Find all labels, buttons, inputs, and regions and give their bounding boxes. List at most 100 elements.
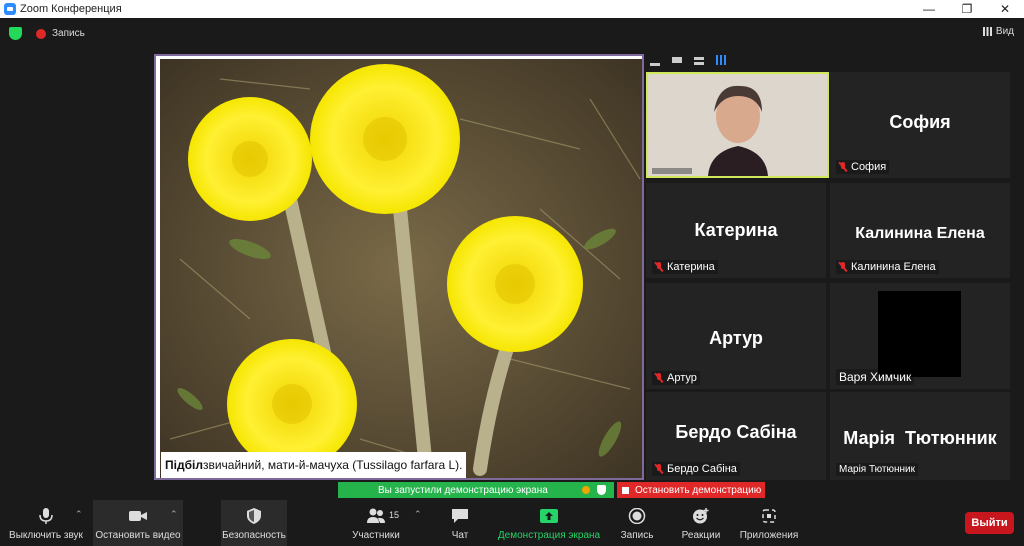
record-label: Запись [620,530,654,541]
participant-black-video [878,291,961,377]
participant-label: Калинина Елена [836,260,939,274]
mic-muted-icon [839,262,847,272]
participant-tile-varya[interactable]: Варя Химчик [830,283,1010,389]
chat-button[interactable]: Чат [440,500,480,546]
participant-video [648,74,827,176]
coltsfoot-photo [160,59,642,478]
leave-meeting-button[interactable]: Выйти [965,512,1014,534]
audio-options-chevron-icon[interactable]: ⌃ [75,509,83,520]
participant-label-text: Катерина [667,261,715,273]
mute-label: Выключить звук [9,530,83,541]
video-options-chevron-icon[interactable]: ⌃ [170,509,178,520]
image-caption: Підбіл звичайний, мати-й-мачуха (Tussila… [161,452,467,478]
minimize-video-icon[interactable] [650,60,660,66]
participant-tile-sofia[interactable]: София София [830,72,1010,178]
apps-label: Приложения [739,530,799,541]
participant-name-large: Калинина Елена [855,225,985,242]
participant-name-large: Бердо Сабіна [675,422,797,442]
meeting-topbar: Запись Вид [0,18,1024,48]
recording-dot-icon [36,29,46,39]
stop-square-icon [622,486,629,494]
share-screen-label: Демонстрация экрана [497,530,601,541]
meeting-toolbar: Выключить звук ⌃ Остановить видео ⌃ Безо… [0,500,1024,546]
gallery-view-controls [648,50,1024,70]
participant-label-text: София [851,161,887,173]
caption-bold-term: Підбіл [165,458,203,472]
zoom-app-icon [4,3,16,15]
participant-name-large: Марія Тютюнник [843,428,997,448]
participants-options-chevron-icon[interactable]: ⌃ [414,509,422,520]
close-button[interactable]: ✕ [986,0,1024,18]
apps-button[interactable]: Приложения [736,500,802,546]
stop-video-label: Остановить видео [95,530,181,541]
recording-label[interactable]: Запись [52,28,85,39]
record-icon [628,508,646,524]
participant-label: Катерина [652,260,718,274]
reactions-smiley-icon [693,508,709,524]
participant-name-large: Артур [709,328,763,348]
participant-name-large: София [889,112,951,132]
shared-screen [154,54,644,480]
grid-icon [982,27,992,36]
window-title: Zoom Конференция [20,3,122,15]
participant-label: Бердо Сабіна [652,462,740,476]
participant-label-text: Варя Химчик [839,370,912,384]
mic-muted-icon [839,162,847,172]
participant-tile-berdo[interactable]: Бердо Сабіна Бердо Сабіна [646,392,826,480]
encryption-shield-icon[interactable] [9,27,22,40]
participant-label: Артур [652,371,700,385]
participant-label: Марія Тютюнник [836,463,919,476]
video-camera-icon [129,511,147,521]
participant-tile-video[interactable] [646,72,829,178]
participant-tile-kalinina[interactable]: Калинина Елена Калинина Елена [830,183,1010,278]
stop-share-button[interactable]: Остановить демонстрацию [617,482,765,498]
share-screen-icon [540,509,558,523]
view-button[interactable]: Вид [982,26,1014,37]
participant-label-text: Бердо Сабіна [667,463,737,475]
share-shield-icon[interactable] [597,485,606,495]
reactions-button[interactable]: Реакции [676,500,726,546]
participants-count: 15 [389,510,400,520]
chat-bubble-icon [452,509,468,523]
pause-share-icon[interactable] [582,486,590,494]
participant-tile-mariya[interactable]: Марія Тютюнник Марія Тютюнник [830,392,1010,480]
chat-label: Чат [451,530,469,541]
security-shield-icon [247,508,261,524]
stop-video-button[interactable]: Остановить видео [93,500,183,546]
mute-button[interactable]: Выключить звук [4,500,88,546]
participants-icon [367,508,385,523]
minimize-button[interactable]: — [910,0,948,18]
mic-muted-icon [655,262,663,272]
participant-tile-artur[interactable]: Артур Артур [646,283,826,389]
share-status-text: Вы запустили демонстрацию экрана [378,484,548,496]
mic-muted-icon [655,373,663,383]
gallery-view-icon[interactable] [716,55,726,65]
flower-image [160,59,642,478]
mic-muted-icon [655,464,663,474]
participant-label-text: Артур [667,372,697,384]
share-status-bar[interactable]: Вы запустили демонстрацию экрана [338,482,614,498]
speaker-view-icon[interactable] [672,57,682,63]
stop-share-label: Остановить демонстрацию [635,484,762,496]
participant-label-text: Калинина Елена [851,261,936,273]
window-controls: — ❐ ✕ [910,0,1024,18]
security-button[interactable]: Безопасность [221,500,287,546]
participants-label: Участники [352,530,400,541]
security-label: Безопасность [222,530,286,541]
window-titlebar: Zoom Конференция — ❐ ✕ [0,0,1024,18]
view-label: Вид [995,26,1014,37]
participant-label-text: Марія Тютюнник [839,464,916,475]
participants-button[interactable]: Участники [348,500,404,546]
microphone-icon [39,508,53,524]
record-button[interactable]: Запись [614,500,660,546]
reactions-label: Реакции [681,530,721,541]
participant-tile-kateryna[interactable]: Катерина Катерина [646,183,826,278]
caption-text: звичайний, мати-й-мачуха (Tussilago farf… [202,458,463,472]
strip-view-icon[interactable] [694,55,704,65]
participant-name-large: Катерина [694,220,778,240]
apps-icon [762,509,776,523]
maximize-button[interactable]: ❐ [948,0,986,18]
participant-label: Варя Химчик [836,369,915,385]
participant-label: София [836,160,890,174]
share-screen-button[interactable]: Демонстрация экрана [494,500,604,546]
